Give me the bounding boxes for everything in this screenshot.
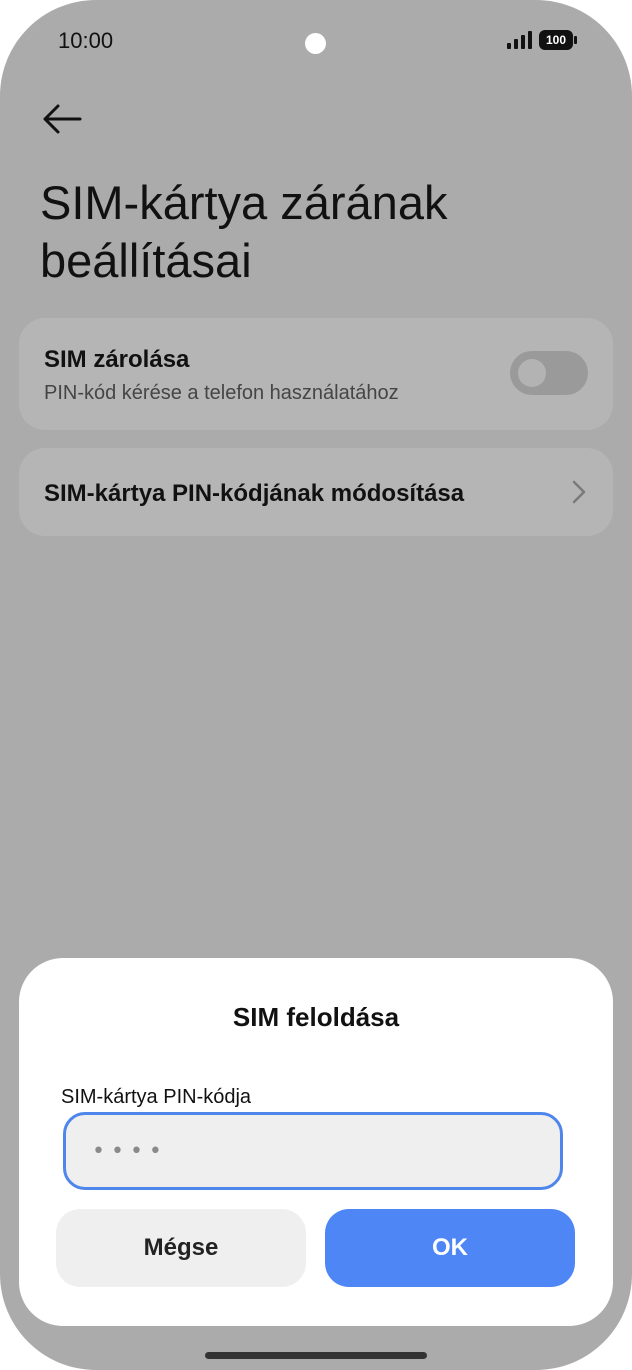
pin-input[interactable]	[63, 1112, 563, 1190]
battery-icon: 100	[539, 30, 579, 50]
arrow-left-icon	[43, 104, 82, 134]
chevron-right-icon	[572, 480, 586, 504]
dialog-title: SIM feloldása	[232, 1002, 400, 1032]
back-button[interactable]	[36, 96, 90, 142]
change-pin-title: SIM-kártya PIN-kódjának módosítása	[44, 480, 465, 507]
ok-button[interactable]: OK	[325, 1209, 575, 1287]
sim-lock-subtitle: PIN-kód kérése a telefon használatához	[44, 382, 399, 404]
cancel-button[interactable]: Mégse	[56, 1209, 306, 1287]
change-pin-setting[interactable]: SIM-kártya PIN-kódjának módosítása	[19, 448, 613, 536]
unlock-sim-dialog: SIM feloldása SIM-kártya PIN-kódja Mégse…	[19, 958, 613, 1326]
signal-icon	[507, 31, 532, 49]
toggle-knob	[518, 359, 546, 387]
phone-screen: 10:00 100 SIM-kártya zárának beállításai…	[0, 0, 632, 1370]
battery-level: 100	[539, 30, 573, 50]
pin-field-label: SIM-kártya PIN-kódja	[61, 1086, 252, 1108]
sim-lock-toggle[interactable]	[510, 351, 588, 395]
status-bar: 10:00 100	[0, 0, 632, 84]
sim-lock-setting[interactable]: SIM zárolása PIN-kód kérése a telefon ha…	[19, 318, 613, 430]
home-indicator[interactable]	[205, 1352, 427, 1359]
camera-dot	[305, 33, 326, 54]
status-time: 10:00	[58, 28, 114, 53]
page-title: SIM-kártya zárának beállításai	[40, 176, 448, 287]
sim-lock-title: SIM zárolása	[44, 346, 190, 373]
battery-tip	[574, 36, 577, 44]
